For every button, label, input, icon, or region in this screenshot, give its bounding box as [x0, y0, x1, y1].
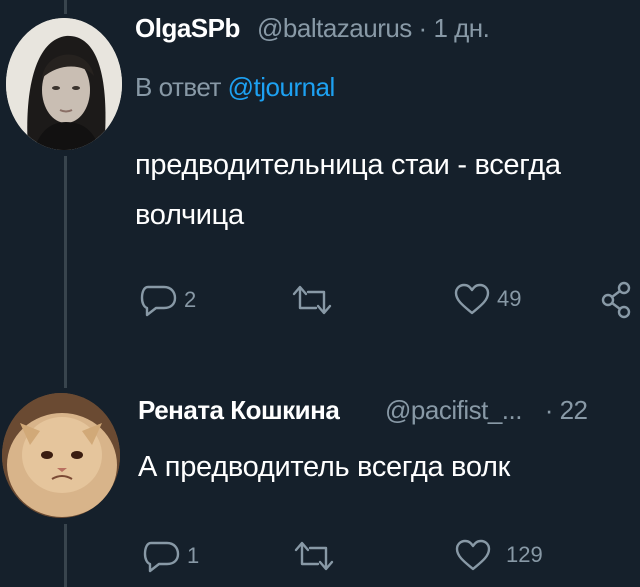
like-count: 49: [497, 286, 522, 311]
thread-line-top: [64, 0, 67, 14]
tweet-meta: @baltazaurus · 1 дн.: [257, 13, 490, 44]
like-icon: [454, 283, 490, 315]
tweet-text: А предводитель всегда волк: [138, 451, 511, 483]
author-handle[interactable]: @baltazaurus: [257, 13, 412, 43]
reply-count: 2: [184, 287, 197, 312]
reply-icon: [140, 285, 177, 317]
avatar[interactable]: [2, 393, 120, 518]
reply-icon: [143, 541, 180, 573]
like-icon: [455, 539, 491, 571]
meta-separator: ·: [544, 395, 554, 425]
thread-line-middle: [64, 156, 67, 388]
thread-line-bottom: [64, 524, 67, 587]
tweet-text-line: волчица: [135, 199, 244, 231]
reply-to-link[interactable]: @tjournal: [228, 72, 336, 102]
retweet-icon: [294, 541, 334, 571]
retweet-button[interactable]: [292, 538, 336, 574]
meta-separator: ·: [418, 13, 428, 43]
share-icon: [601, 281, 631, 319]
reply-count: 1: [187, 543, 200, 568]
reply-button[interactable]: 2: [140, 282, 196, 318]
author-handle[interactable]: @pacifist_...: [385, 395, 522, 425]
tweet-text-line: предводительница стаи - всегда: [135, 149, 561, 181]
avatar[interactable]: [6, 18, 122, 150]
share-button[interactable]: [600, 280, 634, 320]
reply-button[interactable]: 1: [143, 538, 199, 574]
reply-prefix: В ответ: [135, 72, 221, 102]
like-count: 129: [506, 542, 543, 567]
like-button[interactable]: 129: [454, 538, 543, 572]
tweet-text: предводительница стаи - всегда волчица: [135, 140, 561, 240]
author-name[interactable]: OlgaSPb: [135, 13, 240, 44]
author-name[interactable]: Рената Кошкина: [138, 395, 340, 426]
tweet-time[interactable]: 1 дн.: [433, 13, 489, 43]
reply-context: В ответ @tjournal: [135, 72, 335, 103]
tweet-time[interactable]: 22: [560, 395, 588, 425]
retweet-icon: [292, 285, 332, 315]
retweet-button[interactable]: [290, 282, 334, 318]
tweet-meta: @pacifist_... · 22: [385, 395, 588, 426]
like-button[interactable]: 49: [453, 282, 521, 316]
